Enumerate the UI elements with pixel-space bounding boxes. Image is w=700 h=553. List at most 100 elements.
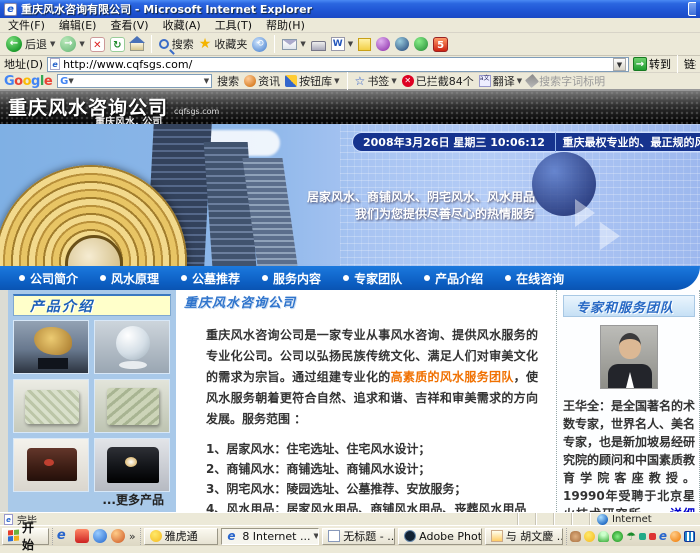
product-thumb-rosewood-urn[interactable] <box>13 438 89 492</box>
edit-dropdown-icon[interactable]: ▼ <box>348 40 353 48</box>
google-search-input[interactable]: G ▼ ▼ <box>57 74 212 88</box>
group-dropdown-icon: ▼ <box>313 532 318 540</box>
addon-purple-button[interactable] <box>376 37 390 51</box>
translate-button[interactable]: a文 翻译 ▼ <box>479 73 522 89</box>
address-label: 地址(D) <box>4 56 43 72</box>
translate-icon: a文 <box>479 75 491 87</box>
notes-addon-button[interactable] <box>358 38 371 51</box>
links-label[interactable]: 链接 <box>684 56 696 72</box>
quicklaunch-messenger-icon[interactable] <box>93 529 107 543</box>
forward-dropdown-icon[interactable]: ▼ <box>79 40 84 48</box>
quick-launch-bar: e » <box>52 528 141 545</box>
nav-cemetery-recommend[interactable]: 公墓推荐 <box>172 270 249 287</box>
highlight-button[interactable]: 搜索字词标明 <box>527 73 605 89</box>
tray-calendar-icon[interactable] <box>684 531 695 542</box>
address-dropdown-button[interactable]: ▼ <box>613 58 626 71</box>
quicklaunch-overflow-chevron[interactable]: » <box>129 530 136 543</box>
tray-input-method-icon[interactable] <box>570 531 581 542</box>
back-button[interactable]: ← 后退 ▼ <box>6 36 55 52</box>
quicklaunch-thunder-icon[interactable] <box>75 529 89 543</box>
highlighted-phrase: 高素质的风水服务团队 <box>391 370 514 384</box>
product-thumb-crystal-ball[interactable] <box>94 320 170 374</box>
thunder-addon-button[interactable]: 5 <box>433 37 448 52</box>
nav-expert-team[interactable]: 专家团队 <box>334 270 411 287</box>
taskbar-button-chat[interactable]: 与 胡文慶 ... <box>485 528 563 545</box>
page-favicon: e <box>50 58 60 70</box>
yahoo-smiley-icon <box>150 530 162 542</box>
system-tray: ☂ e <box>566 528 698 545</box>
google-search-button[interactable]: 搜索 <box>217 73 239 89</box>
products-sidebar: 产品介绍 ...更多产品 <box>8 290 176 512</box>
product-thumb-black-lacquer-urn[interactable] <box>94 438 170 492</box>
main-article: 重庆风水咨询公司 重庆风水咨询公司是一家专业从事风水咨询、提供风水服务的专业化公… <box>176 290 556 512</box>
home-button[interactable] <box>130 42 144 51</box>
go-button[interactable]: → 转到 <box>633 56 671 72</box>
tray-ie-icon[interactable]: e <box>659 531 667 542</box>
product-thumb-jade-carved-urn[interactable] <box>13 379 89 433</box>
google-input-dropdown-icon[interactable]: ▼ <box>204 77 209 85</box>
quicklaunch-firefox-icon[interactable] <box>111 529 125 543</box>
status-pane <box>554 513 572 525</box>
site-tagline: 重庆最权专业的、最正规的风水公司 <box>556 134 700 150</box>
taskbar-button-untitled[interactable]: 无标题 - ... <box>322 528 395 545</box>
browser-viewport: 重庆风水咨询公司 cqfsgs.com 重庆风水. 公司 2008年3月26日 … <box>0 91 700 512</box>
popup-blocker-button[interactable]: ✕ 已拦截84个 <box>402 73 474 89</box>
service-item: 4、风水用品：居家风水用品、商铺风水用品、丧葬风水用品 <box>206 499 550 512</box>
tray-contact-icon[interactable] <box>598 531 609 542</box>
product-thumb-golden-deer-sculpture[interactable] <box>13 320 89 374</box>
status-pane <box>518 513 536 525</box>
nav-products[interactable]: 产品介绍 <box>415 270 492 287</box>
google-bookmarks-button[interactable]: ☆ 书签 ▼ <box>355 73 397 89</box>
minimize-button[interactable] <box>688 2 696 16</box>
products-sidebar-header: 产品介绍 <box>13 294 171 316</box>
favorites-button[interactable]: ★ 收藏夹 <box>199 36 248 52</box>
google-g-icon: G <box>60 76 68 87</box>
product-thumb-jade-casket[interactable] <box>94 379 170 433</box>
tray-messenger-icon[interactable] <box>584 531 595 542</box>
service-item: 2、商铺风水：商铺选址、商铺风水设计； <box>206 459 550 479</box>
url-text: http://www.cqfsgs.com/ <box>63 58 613 71</box>
taskbar-button-internet-explorer-group[interactable]: e 8 Internet ... ▼ <box>221 528 319 545</box>
tray-umbrella-icon[interactable]: ☂ <box>626 531 636 542</box>
tray-orange-app-icon[interactable] <box>670 531 681 542</box>
address-input[interactable]: e http://www.cqfsgs.com/ ▼ <box>47 57 629 72</box>
google-button-gallery[interactable]: 按钮库 ▼ <box>285 73 339 89</box>
menu-tools[interactable]: 工具(T) <box>215 17 252 33</box>
tray-small-icon[interactable] <box>639 533 646 540</box>
history-button[interactable]: ⟲ <box>252 37 267 52</box>
bullet-icon <box>100 275 106 281</box>
stop-button[interactable]: ✕ <box>90 37 105 52</box>
menu-view[interactable]: 查看(V) <box>110 17 148 33</box>
edit-with-word-button[interactable]: W ▼ <box>331 37 353 51</box>
google-news-button[interactable]: 资讯 <box>244 73 280 89</box>
nav-services[interactable]: 服务内容 <box>253 270 330 287</box>
menu-help[interactable]: 帮助(H) <box>266 17 305 33</box>
forward-icon: → <box>60 36 76 52</box>
nav-fengshui-principle[interactable]: 风水原理 <box>91 270 168 287</box>
start-button[interactable]: 开始 <box>2 528 49 545</box>
google-g-dropdown-icon[interactable]: ▼ <box>68 77 73 85</box>
menu-file[interactable]: 文件(F) <box>8 17 45 33</box>
refresh-button[interactable]: ↻ <box>110 37 125 52</box>
back-dropdown-icon[interactable]: ▼ <box>50 40 55 48</box>
taskbar-button-photoshop[interactable]: Adobe Photo... <box>398 528 482 545</box>
nav-online-consult[interactable]: 在线咨询 <box>496 270 573 287</box>
more-products-link[interactable]: ...更多产品 <box>102 491 164 508</box>
mail-button[interactable]: ▼ <box>282 39 305 50</box>
menu-edit[interactable]: 编辑(E) <box>59 17 97 33</box>
taskbar-button-yahoo-messenger[interactable]: 雅虎通 <box>144 528 219 545</box>
print-button[interactable] <box>311 41 326 51</box>
addon-green-button[interactable] <box>414 37 428 51</box>
search-button[interactable]: 搜索 <box>159 36 194 52</box>
menu-favorites[interactable]: 收藏(A) <box>163 17 201 33</box>
messenger-addon-button[interactable] <box>395 37 409 51</box>
tray-small-icon[interactable] <box>649 533 656 540</box>
nav-company-profile[interactable]: 公司简介 <box>10 270 87 287</box>
forward-button[interactable]: → ▼ <box>60 36 84 52</box>
mail-dropdown-icon[interactable]: ▼ <box>300 40 305 48</box>
security-zone-text: Internet <box>612 514 652 525</box>
chat-icon <box>491 530 503 542</box>
quicklaunch-ie-icon[interactable]: e <box>57 529 71 543</box>
search-icon <box>159 39 169 49</box>
tray-green-app-icon[interactable] <box>612 531 623 542</box>
